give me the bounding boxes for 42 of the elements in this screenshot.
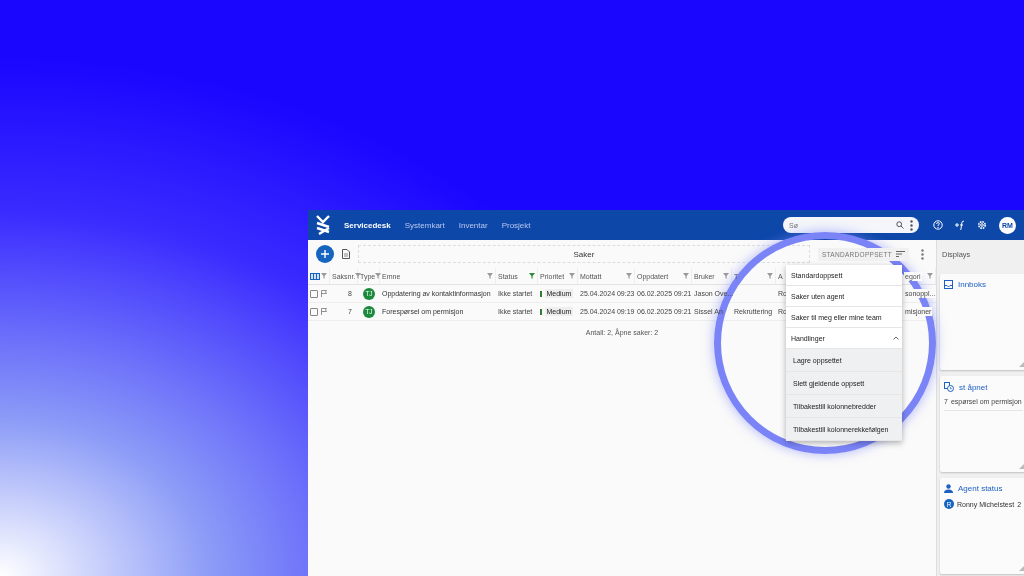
filter-icon[interactable] (355, 273, 362, 279)
inbox-icon (944, 280, 953, 289)
chevron-icon (893, 336, 899, 340)
card-title: Innboks (958, 280, 987, 289)
filter-icon[interactable] (321, 273, 327, 279)
flag-icon[interactable] (321, 290, 327, 297)
filter-icon[interactable] (767, 273, 773, 279)
row-checkbox[interactable] (310, 289, 318, 298)
card-title: Agent status (958, 484, 1003, 493)
filter-icon[interactable] (529, 273, 535, 279)
filter-icon[interactable] (375, 273, 382, 279)
nav-tab[interactable]: Inventar (458, 220, 488, 230)
plus-function-icon[interactable] (955, 220, 965, 230)
more-icon[interactable] (921, 248, 924, 260)
columns-icon[interactable] (310, 272, 320, 280)
filter-icon[interactable] (487, 273, 493, 279)
help-icon[interactable] (933, 220, 943, 230)
nav-tab[interactable]: Systemkart (404, 220, 445, 230)
view-title: Saker (358, 245, 810, 263)
filter-icon[interactable] (723, 273, 729, 279)
nav-tab[interactable]: Prosjekt (501, 220, 531, 230)
plus-icon (321, 250, 329, 258)
filter-icon[interactable] (569, 273, 575, 279)
filter-icon[interactable] (927, 273, 933, 279)
filter-icon[interactable] (626, 273, 632, 279)
settings-icon[interactable] (977, 220, 987, 230)
resize-handle-icon[interactable] (1019, 464, 1024, 469)
document-icon[interactable] (342, 249, 350, 259)
sort-icon (896, 251, 905, 257)
filter-icon[interactable] (683, 273, 689, 279)
row-checkbox[interactable] (310, 307, 318, 316)
more-icon[interactable] (910, 219, 913, 231)
flag-icon[interactable] (321, 308, 327, 315)
add-button[interactable] (316, 245, 334, 263)
person-icon (944, 484, 953, 493)
search-icon[interactable] (896, 221, 904, 229)
logo-icon[interactable] (316, 215, 330, 235)
nav-tab[interactable]: Servicedesk (344, 220, 391, 230)
card-title: st åpnet (959, 382, 988, 392)
resize-handle-icon[interactable] (1019, 362, 1024, 367)
history-icon (944, 382, 954, 392)
resize-handle-icon[interactable] (1019, 566, 1024, 571)
